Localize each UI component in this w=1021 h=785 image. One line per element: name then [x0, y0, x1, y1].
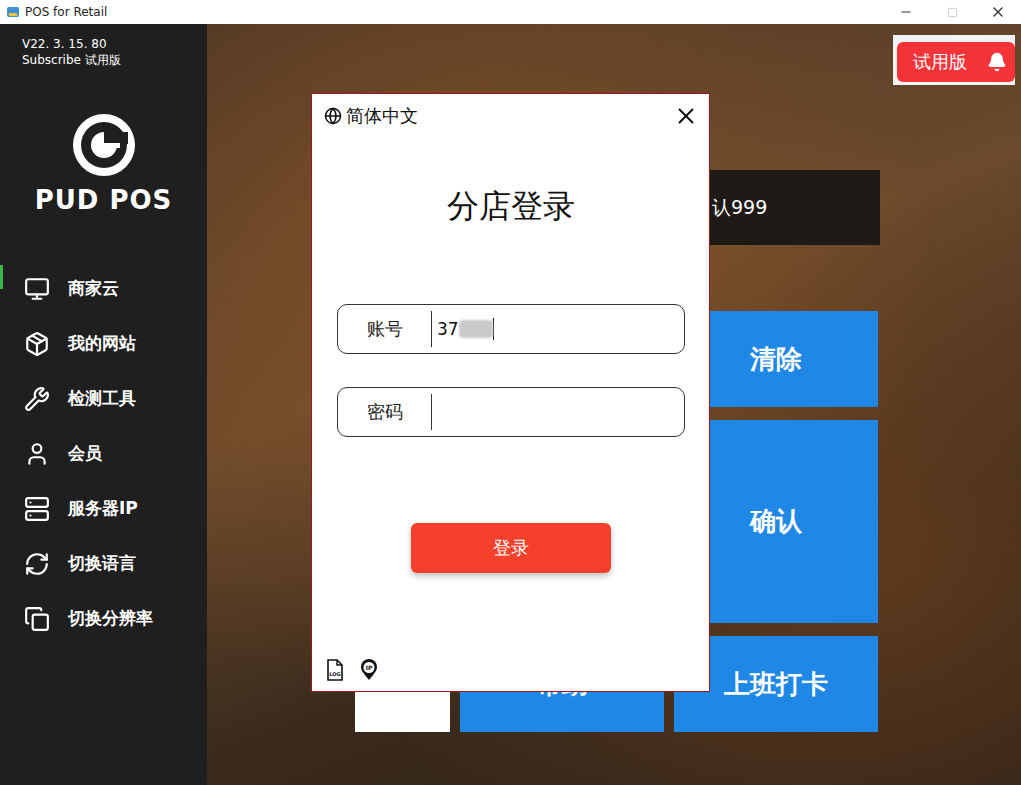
value-text: 37 — [437, 319, 459, 339]
sidebar-item[interactable]: 会员 — [0, 426, 207, 481]
version-info: V22. 3. 15. 80Subscribe 试用版 — [0, 36, 207, 68]
main-area: 试用版认999清除确认帮助上班打卡简体中文分店登录账号37密码登录LOGIP — [207, 24, 1021, 785]
wrench-icon — [24, 386, 50, 412]
monitor-icon — [24, 276, 50, 302]
svg-text:LOG: LOG — [329, 671, 340, 677]
window-title: POS for Retail — [25, 5, 883, 19]
dialog-title: 分店登录 — [312, 186, 709, 226]
close-button[interactable] — [975, 0, 1021, 24]
logo: PUD POS — [0, 112, 207, 216]
sidebar: V22. 3. 15. 80Subscribe 试用版 PUD POS 商家云我的网… — [0, 24, 207, 785]
sidebar-item[interactable]: 检测工具 — [0, 371, 207, 426]
server-icon — [24, 496, 50, 522]
sidebar-label: 检测工具 — [68, 387, 136, 410]
trial-badge[interactable]: 试用版 — [893, 35, 1015, 85]
sidebar-item[interactable]: 商家云 — [0, 261, 207, 316]
sidebar-menu: 商家云我的网站检测工具会员服务器IP 切换语言切换分辨率 — [0, 261, 207, 646]
dialog-header: 简体中文 — [312, 94, 709, 138]
input-field[interactable]: 密码 — [337, 387, 685, 437]
bell-icon — [987, 52, 1007, 72]
package-icon — [24, 331, 50, 357]
subscription: Subscribe 试用版 — [22, 52, 207, 68]
sidebar-item[interactable]: 切换分辨率 — [0, 591, 207, 646]
svg-text:IP: IP — [366, 664, 373, 671]
login-button[interactable]: 登录 — [411, 523, 611, 573]
field-label: 密码 — [338, 394, 432, 430]
maximize-button — [929, 0, 975, 24]
version: V22. 3. 15. 80 — [22, 36, 207, 52]
sidebar-label: 切换语言 — [68, 552, 136, 575]
window-body: V22. 3. 15. 80Subscribe 试用版 PUD POS 商家云我的网… — [0, 24, 1021, 785]
sidebar-label: 我的网站 — [68, 332, 136, 355]
sidebar-label: 切换分辨率 — [68, 607, 153, 630]
sidebar-item[interactable]: 切换语言 — [0, 536, 207, 591]
close-icon[interactable] — [673, 103, 699, 129]
minimize-button[interactable] — [883, 0, 929, 24]
log-file-icon[interactable]: LOG — [325, 659, 345, 681]
globe-icon — [324, 107, 342, 125]
sidebar-label: 会员 — [68, 442, 102, 465]
logo-text: PUD POS — [35, 184, 173, 216]
selected-mark — [0, 430, 3, 454]
dialog-footer: LOG IP — [312, 659, 709, 691]
window-controls — [883, 0, 1021, 24]
close-icon — [990, 4, 1006, 20]
selected-mark — [0, 320, 3, 344]
field-value[interactable]: 37 — [432, 318, 684, 340]
user-icon — [24, 441, 50, 467]
title-bar: POS for Retail — [0, 0, 1021, 24]
logo-icon — [71, 112, 137, 178]
trial-pill: 试用版 — [897, 42, 1015, 82]
windows-icon — [24, 606, 50, 632]
maximize-icon — [947, 7, 958, 18]
minimize-icon — [899, 5, 913, 19]
text-caret — [493, 318, 494, 340]
app-window: POS for Retail V22. 3. 15. 80Subscribe 试用… — [0, 0, 1021, 785]
sidebar-item[interactable]: 服务器IP — [0, 481, 207, 536]
app-icon — [6, 5, 20, 19]
language-switch[interactable]: 简体中文 — [324, 104, 418, 128]
selected-mark — [0, 375, 3, 399]
redaction — [459, 320, 493, 338]
selected-mark — [0, 485, 3, 509]
sidebar-label: 服务器IP — [68, 497, 138, 520]
field-label: 账号 — [338, 311, 432, 347]
refresh-icon — [24, 551, 50, 577]
login-dialog: 简体中文分店登录账号37 密码登录 LOG IP — [311, 93, 710, 692]
sidebar-item[interactable]: 我的网站 — [0, 316, 207, 371]
language-label: 简体中文 — [346, 104, 418, 128]
selected-mark — [0, 265, 3, 289]
selected-mark — [0, 540, 3, 564]
sidebar-label: 商家云 — [68, 277, 119, 300]
login-form: 账号37 密码 — [312, 304, 709, 437]
trial-label: 试用版 — [913, 50, 967, 74]
input-field[interactable]: 账号37 — [337, 304, 685, 354]
selected-mark — [0, 595, 3, 619]
ip-pin-icon[interactable]: IP — [359, 659, 379, 681]
